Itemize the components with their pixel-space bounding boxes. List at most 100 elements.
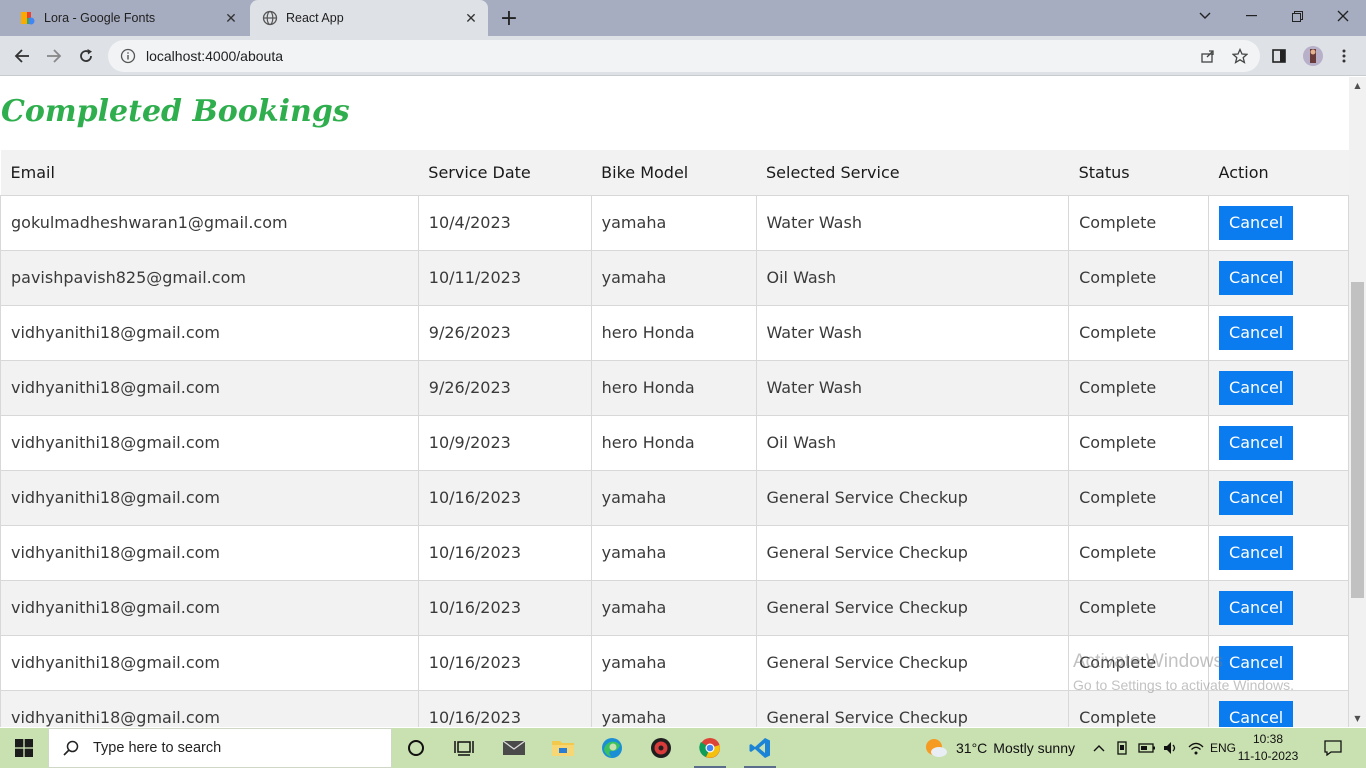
action-cell: Cancel: [1208, 690, 1349, 727]
chrome-icon[interactable]: [686, 728, 734, 768]
share-icon[interactable]: [1194, 42, 1222, 70]
table-row: vidhyanithi18@gmail.com 10/16/2023 yamah…: [0, 690, 1349, 727]
more-menu-icon[interactable]: [1330, 42, 1358, 70]
email-cell: vidhyanithi18@gmail.com: [0, 360, 419, 416]
email-cell: vidhyanithi18@gmail.com: [0, 580, 419, 636]
status-cell: Complete: [1068, 305, 1210, 361]
close-window-button[interactable]: [1320, 0, 1366, 32]
column-header-email: Email: [0, 150, 419, 196]
show-hidden-icons-chevron-icon[interactable]: [1090, 728, 1108, 768]
side-panel-icon[interactable]: [1265, 42, 1293, 70]
notification-icon[interactable]: [1318, 728, 1348, 768]
date-cell: 10/4/2023: [418, 195, 592, 251]
start-button[interactable]: [0, 728, 48, 768]
column-header-bike-model: Bike Model: [591, 150, 756, 196]
email-cell: vidhyanithi18@gmail.com: [0, 305, 419, 361]
system-clock[interactable]: 10:38 11-10-2023: [1236, 731, 1300, 765]
forward-arrow-icon[interactable]: [40, 42, 68, 70]
status-cell: Complete: [1068, 250, 1210, 306]
weather-widget[interactable]: 31°C Mostly sunny: [924, 728, 1075, 768]
email-cell: pavishpavish825@gmail.com: [0, 250, 419, 306]
email-cell: vidhyanithi18@gmail.com: [0, 525, 419, 581]
task-view-icon[interactable]: [440, 728, 488, 768]
scroll-down-arrow-icon[interactable]: ▼: [1353, 714, 1362, 723]
date-cell: 10/16/2023: [418, 690, 592, 727]
date-cell: 10/16/2023: [418, 635, 592, 691]
bike-cell: yamaha: [591, 250, 757, 306]
back-arrow-icon[interactable]: [8, 42, 36, 70]
language-indicator[interactable]: ENG: [1208, 728, 1238, 768]
scroll-up-arrow-icon[interactable]: ▲: [1353, 81, 1362, 90]
reload-icon[interactable]: [72, 42, 100, 70]
tab-lora-google-fonts[interactable]: Lora - Google Fonts ✕: [8, 0, 248, 36]
status-cell: Complete: [1068, 195, 1210, 251]
table-row: vidhyanithi18@gmail.com 9/26/2023 hero H…: [0, 305, 1349, 361]
status-cell: Complete: [1068, 635, 1210, 691]
service-cell: Water Wash: [756, 360, 1070, 416]
cancel-button[interactable]: Cancel: [1219, 535, 1294, 570]
service-cell: General Service Checkup: [756, 635, 1070, 691]
vscode-icon[interactable]: [736, 728, 784, 768]
file-explorer-icon[interactable]: [539, 728, 587, 768]
email-cell: vidhyanithi18@gmail.com: [0, 635, 419, 691]
profile-avatar[interactable]: [1299, 42, 1327, 70]
mail-icon[interactable]: [490, 728, 538, 768]
new-tab-button[interactable]: +: [496, 5, 522, 31]
service-cell: Water Wash: [756, 195, 1070, 251]
battery-icon[interactable]: [1136, 728, 1158, 768]
email-cell: vidhyanithi18@gmail.com: [0, 690, 419, 727]
edge-browser-icon[interactable]: [588, 728, 636, 768]
close-tab-icon[interactable]: ✕: [222, 9, 240, 27]
vertical-scrollbar[interactable]: ▲ ▼: [1349, 77, 1366, 727]
action-cell: Cancel: [1208, 525, 1349, 581]
table-row: gokulmadheshwaran1@gmail.com 10/4/2023 y…: [0, 195, 1349, 251]
minimize-button[interactable]: [1228, 0, 1274, 32]
taskbar-search-box[interactable]: Type here to search: [48, 728, 392, 768]
browser-tab-strip: Lora - Google Fonts ✕ React App ✕ +: [0, 0, 1366, 36]
bike-cell: yamaha: [591, 690, 757, 727]
cancel-button[interactable]: Cancel: [1219, 645, 1294, 680]
bike-cell: yamaha: [591, 195, 757, 251]
tab-title: Lora - Google Fonts: [44, 11, 156, 25]
email-cell: vidhyanithi18@gmail.com: [0, 415, 419, 471]
device-icon[interactable]: [1112, 728, 1132, 768]
cancel-button[interactable]: Cancel: [1219, 590, 1294, 625]
bike-cell: yamaha: [591, 635, 757, 691]
date-cell: 10/16/2023: [418, 470, 592, 526]
wifi-icon[interactable]: [1185, 728, 1207, 768]
windows-taskbar: Type here to search 31°C Mostly sunny EN…: [0, 728, 1366, 768]
tab-react-app[interactable]: React App ✕: [250, 0, 488, 36]
action-cell: Cancel: [1208, 250, 1349, 306]
speaker-icon[interactable]: [1160, 728, 1182, 768]
restore-button[interactable]: [1274, 0, 1320, 32]
tab-search-icon[interactable]: [1182, 0, 1228, 32]
cancel-button[interactable]: Cancel: [1219, 370, 1294, 405]
address-bar[interactable]: localhost:4000/abouta: [108, 40, 1260, 72]
cancel-button[interactable]: Cancel: [1219, 315, 1294, 350]
cancel-button[interactable]: Cancel: [1219, 700, 1294, 727]
service-cell: Oil Wash: [756, 415, 1070, 471]
service-cell: General Service Checkup: [756, 690, 1070, 727]
close-tab-icon[interactable]: ✕: [462, 9, 480, 27]
google-fonts-icon: [20, 10, 36, 26]
date-cell: 10/16/2023: [418, 580, 592, 636]
date-cell: 9/26/2023: [418, 360, 592, 416]
cortana-icon[interactable]: [392, 728, 440, 768]
url-text: localhost:4000/abouta: [146, 48, 283, 64]
table-row: vidhyanithi18@gmail.com 9/26/2023 hero H…: [0, 360, 1349, 416]
search-placeholder: Type here to search: [93, 740, 222, 756]
cancel-button[interactable]: Cancel: [1219, 425, 1294, 460]
app-shield-icon[interactable]: [637, 728, 685, 768]
bookmark-star-icon[interactable]: [1226, 42, 1254, 70]
scrollbar-thumb[interactable]: [1351, 282, 1364, 598]
status-cell: Complete: [1068, 415, 1210, 471]
action-cell: Cancel: [1208, 305, 1349, 361]
bike-cell: hero Honda: [591, 415, 757, 471]
weather-temperature: 31°C: [956, 740, 988, 756]
cancel-button[interactable]: Cancel: [1219, 205, 1294, 240]
cancel-button[interactable]: Cancel: [1219, 260, 1294, 295]
bike-cell: hero Honda: [591, 360, 757, 416]
cancel-button[interactable]: Cancel: [1219, 480, 1294, 515]
site-info-icon[interactable]: [120, 48, 136, 64]
clock-date: 11-10-2023: [1237, 749, 1299, 763]
